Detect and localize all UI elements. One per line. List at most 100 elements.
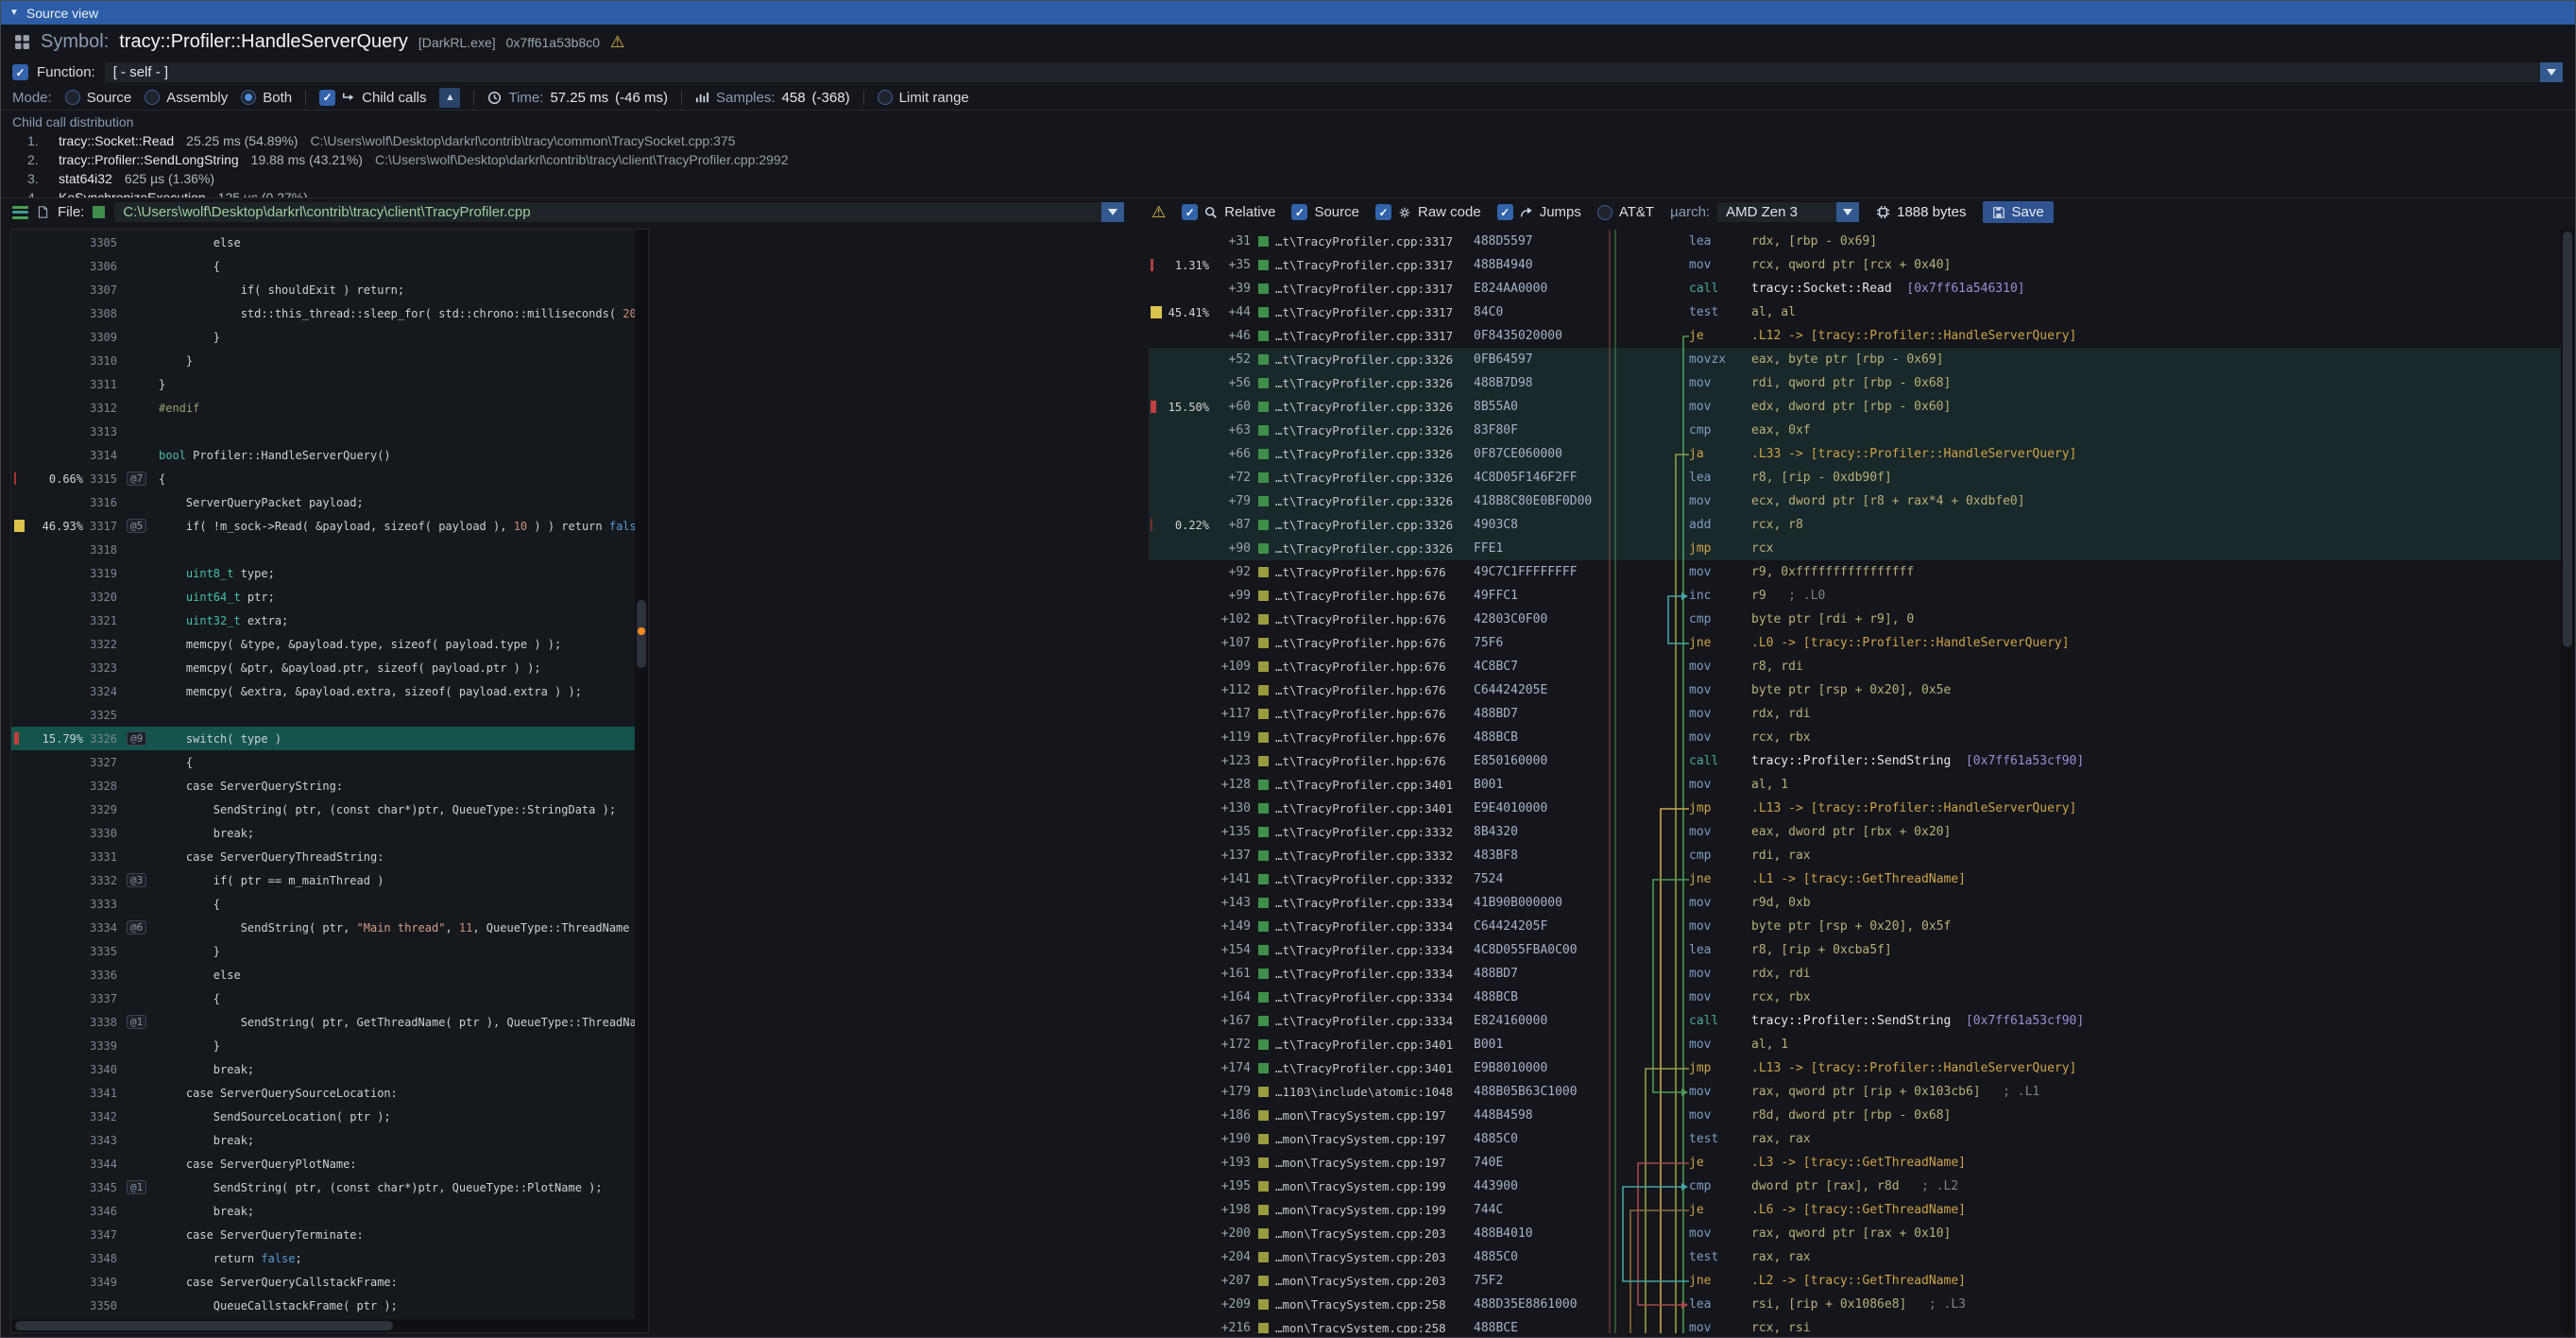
source-line-row[interactable]: 3318 xyxy=(11,538,635,561)
source-line-row[interactable]: 46.93%3317@5 if( !m_sock->Read( &payload… xyxy=(11,514,635,538)
source-line-row[interactable]: 3313 xyxy=(11,420,635,443)
source-line-row[interactable]: 3320 uint64_t ptr; xyxy=(11,585,635,609)
raw-code-toggle[interactable]: ✓ Raw code xyxy=(1375,204,1481,220)
att-radio-icon[interactable] xyxy=(1597,205,1612,220)
att-toggle[interactable]: AT&T xyxy=(1597,204,1654,220)
source-line-row[interactable]: 3312#endif xyxy=(11,396,635,420)
asm-instruction-row[interactable]: +119…t\TracyProfiler.hpp:676488BCBmovrcx… xyxy=(1149,726,2563,749)
source-line-row[interactable]: 3343 break; xyxy=(11,1128,635,1152)
asm-instruction-row[interactable]: +130…t\TracyProfiler.cpp:3401E9E4010000j… xyxy=(1149,797,2563,820)
source-line-row[interactable]: 3333 { xyxy=(11,892,635,916)
asm-instruction-row[interactable]: +200…mon\TracySystem.cpp:203488B4010movr… xyxy=(1149,1222,2563,1245)
source-line-row[interactable]: 3349 case ServerQueryCallstackFrame: xyxy=(11,1270,635,1294)
asm-instruction-row[interactable]: +79…t\TracyProfiler.cpp:3326418B8C80E0BF… xyxy=(1149,489,2563,513)
asm-instruction-row[interactable]: +66…t\TracyProfiler.cpp:33260F87CE060000… xyxy=(1149,442,2563,466)
source-line-row[interactable]: 3319 uint8_t type; xyxy=(11,561,635,585)
uarch-combo[interactable]: AMD Zen 3 xyxy=(1716,201,1860,223)
titlebar[interactable]: ▼ Source view xyxy=(1,1,2575,25)
mode-radio-assembly[interactable]: Assembly xyxy=(145,90,228,106)
chevron-down-icon[interactable] xyxy=(1836,202,1859,222)
asm-instruction-row[interactable]: +112…t\TracyProfiler.hpp:676C64424205Emo… xyxy=(1149,678,2563,702)
source-line-row[interactable]: 3340 break; xyxy=(11,1057,635,1081)
collapse-icon[interactable]: ▼ xyxy=(9,8,19,18)
asm-instruction-row[interactable]: +154…t\TracyProfiler.cpp:33344C8D055FBA0… xyxy=(1149,938,2563,962)
source-line-row[interactable]: 3323 memcpy( &ptr, &payload.ptr, sizeof(… xyxy=(11,656,635,679)
source-line-row[interactable]: 3322 memcpy( &type, &payload.type, sizeo… xyxy=(11,632,635,656)
asm-instruction-row[interactable]: +209…mon\TracySystem.cpp:258488D35E88610… xyxy=(1149,1293,2563,1316)
source-line-row[interactable]: 3336 else xyxy=(11,963,635,986)
function-combo[interactable]: [ - self - ] xyxy=(104,61,2564,83)
asm-instruction-row[interactable]: +123…t\TracyProfiler.hpp:676E850160000ca… xyxy=(1149,749,2563,773)
asm-instruction-row[interactable]: +90…t\TracyProfiler.cpp:3326FFE1jmprcx xyxy=(1149,537,2563,560)
source-line-row[interactable]: 3346 break; xyxy=(11,1199,635,1223)
child-call-entry[interactable]: 2.tracy::Profiler::SendLongString19.88 m… xyxy=(12,150,2564,169)
source-line-row[interactable]: 3325 xyxy=(11,703,635,727)
asm-instruction-row[interactable]: +195…mon\TracySystem.cpp:199443900cmpdwo… xyxy=(1149,1175,2563,1198)
asm-vertical-scrollbar[interactable] xyxy=(2561,229,2574,1333)
child-call-entry[interactable]: 4.KeSynchronizeExecution125 µs (0.27%) xyxy=(12,188,2564,197)
source-line-row[interactable]: 3329 SendString( ptr, (const char*)ptr, … xyxy=(11,798,635,821)
child-calls-toggle[interactable]: ✓ Child calls xyxy=(319,90,426,106)
asm-instruction-row[interactable]: +109…t\TracyProfiler.hpp:6764C8BC7movr8,… xyxy=(1149,655,2563,678)
source-line-row[interactable]: 3344 case ServerQueryPlotName: xyxy=(11,1152,635,1175)
asm-instruction-row[interactable]: +198…mon\TracySystem.cpp:199744Cje.L6 ->… xyxy=(1149,1198,2563,1222)
asm-instruction-row[interactable]: +164…t\TracyProfiler.cpp:3334488BCBmovrc… xyxy=(1149,986,2563,1009)
source-line-row[interactable]: 3350 QueueCallstackFrame( ptr ); xyxy=(11,1294,635,1317)
asm-instruction-row[interactable]: +186…mon\TracySystem.cpp:197448B4598movr… xyxy=(1149,1104,2563,1127)
asm-instruction-row[interactable]: +179…1103\include\atomic:1048488B05B63C1… xyxy=(1149,1080,2563,1104)
source-line-row[interactable]: 3348 return false; xyxy=(11,1246,635,1270)
child-calls-checkbox[interactable]: ✓ xyxy=(319,90,335,106)
asm-instruction-row[interactable]: +72…t\TracyProfiler.cpp:33264C8D05F146F2… xyxy=(1149,466,2563,489)
source-line-row[interactable]: 3334@6 SendString( ptr, "Main thread", 1… xyxy=(11,916,635,939)
function-checkbox[interactable]: ✓ xyxy=(12,64,28,80)
limit-range-checkbox[interactable] xyxy=(878,90,893,105)
asm-instruction-row[interactable]: +207…mon\TracySystem.cpp:20375F2jne.L2 -… xyxy=(1149,1269,2563,1293)
asm-instruction-row[interactable]: +167…t\TracyProfiler.cpp:3334E824160000c… xyxy=(1149,1009,2563,1033)
source-line-row[interactable]: 3347 case ServerQueryTerminate: xyxy=(11,1223,635,1246)
relative-checkbox[interactable]: ✓ xyxy=(1182,204,1198,220)
scrollbar-thumb[interactable] xyxy=(2563,232,2572,647)
source-line-row[interactable]: 3310 } xyxy=(11,349,635,372)
jump-to-caller-button[interactable]: ▲ xyxy=(439,88,460,108)
limit-range-toggle[interactable]: Limit range xyxy=(878,90,969,106)
source-line-row[interactable]: 3316 ServerQueryPacket payload; xyxy=(11,490,635,514)
jumps-toggle[interactable]: ✓ Jumps xyxy=(1497,204,1581,220)
asm-instruction-row[interactable]: +56…t\TracyProfiler.cpp:3326488B7D98movr… xyxy=(1149,371,2563,395)
mode-radio-both[interactable]: Both xyxy=(241,90,292,106)
source-line-row[interactable]: 3331 case ServerQueryThreadString: xyxy=(11,845,635,868)
source-line-row[interactable]: 3305 else xyxy=(11,231,635,254)
asm-instruction-row[interactable]: +141…t\TracyProfiler.cpp:33327524jne.L1 … xyxy=(1149,867,2563,891)
source-line-row[interactable]: 3335 } xyxy=(11,939,635,963)
source-line-row[interactable]: 3345@1 SendString( ptr, (const char*)ptr… xyxy=(11,1175,635,1199)
asm-instruction-row[interactable]: +31…t\TracyProfiler.cpp:3317488D5597lear… xyxy=(1149,230,2563,253)
source-line-row[interactable]: 3306 { xyxy=(11,254,635,278)
asm-instruction-row[interactable]: +204…mon\TracySystem.cpp:2034885C0testra… xyxy=(1149,1245,2563,1269)
asm-instruction-row[interactable]: +102…t\TracyProfiler.hpp:67642803C0F00cm… xyxy=(1149,608,2563,631)
asm-instruction-row[interactable]: 0.22%+87…t\TracyProfiler.cpp:33264903C8a… xyxy=(1149,513,2563,537)
asm-instruction-row[interactable]: +193…mon\TracySystem.cpp:197740Eje.L3 ->… xyxy=(1149,1151,2563,1175)
asm-instruction-row[interactable]: +107…t\TracyProfiler.hpp:67675F6jne.L0 -… xyxy=(1149,631,2563,655)
asm-instruction-row[interactable]: +117…t\TracyProfiler.hpp:676488BD7movrdx… xyxy=(1149,702,2563,726)
child-call-entry[interactable]: 3.stat64i32625 µs (1.36%) xyxy=(12,169,2564,188)
file-combo[interactable]: C:\Users\wolf\Desktop\darkrl\contrib\tra… xyxy=(113,201,1125,223)
asm-instruction-row[interactable]: +216…mon\TracySystem.cpp:258488BCEmovrcx… xyxy=(1149,1316,2563,1333)
source-vertical-scrollbar[interactable] xyxy=(635,230,648,1319)
asm-instruction-row[interactable]: +137…t\TracyProfiler.cpp:3332483BF8cmprd… xyxy=(1149,844,2563,867)
asm-instruction-row[interactable]: +161…t\TracyProfiler.cpp:3334488BD7movrd… xyxy=(1149,962,2563,986)
mode-radio-source[interactable]: Source xyxy=(65,90,132,106)
source-line-row[interactable]: 3337 { xyxy=(11,986,635,1010)
source-line-row[interactable]: 3330 break; xyxy=(11,821,635,845)
source-line-row[interactable]: 3309 } xyxy=(11,325,635,349)
asm-instruction-row[interactable]: 1.31%+35…t\TracyProfiler.cpp:3317488B494… xyxy=(1149,253,2563,277)
source-line-row[interactable]: 3342 SendSourceLocation( ptr ); xyxy=(11,1105,635,1128)
asm-instruction-row[interactable]: +92…t\TracyProfiler.hpp:67649C7C1FFFFFFF… xyxy=(1149,560,2563,584)
scrollbar-thumb[interactable] xyxy=(15,1321,393,1330)
source-checkbox[interactable]: ✓ xyxy=(1291,204,1307,220)
child-call-entry[interactable]: 1.tracy::Socket::Read25.25 ms (54.89%)C:… xyxy=(12,131,2564,150)
source-line-row[interactable]: 3339 } xyxy=(11,1034,635,1057)
asm-instruction-row[interactable]: +149…t\TracyProfiler.cpp:3334C64424205Fm… xyxy=(1149,915,2563,938)
source-line-row[interactable]: 3328 case ServerQueryString: xyxy=(11,774,635,798)
asm-instruction-row[interactable]: +63…t\TracyProfiler.cpp:332683F80Fcmpeax… xyxy=(1149,419,2563,442)
asm-instruction-row[interactable]: +174…t\TracyProfiler.cpp:3401E9B8010000j… xyxy=(1149,1056,2563,1080)
source-line-row[interactable]: 3338@1 SendString( ptr, GetThreadName( p… xyxy=(11,1010,635,1034)
